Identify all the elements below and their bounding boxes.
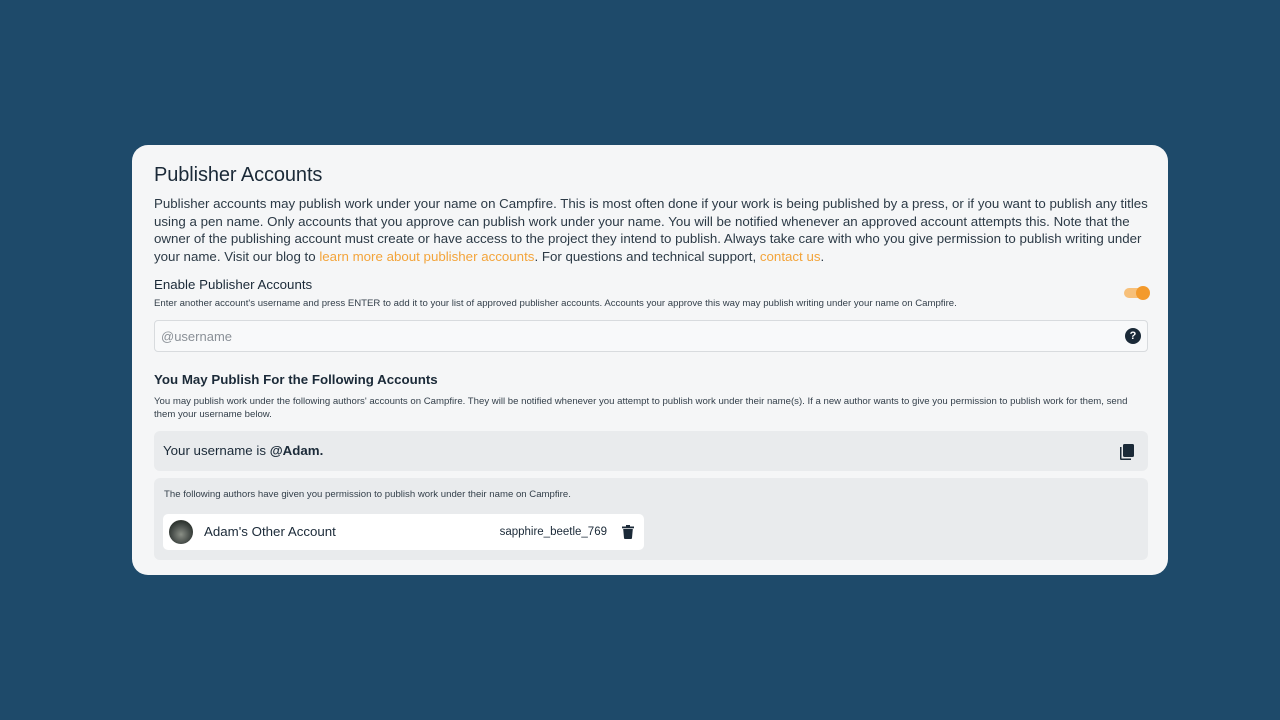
copy-icon[interactable]	[1120, 444, 1134, 461]
your-username-box: Your username is @Adam.	[154, 431, 1148, 472]
publisher-accounts-card: Publisher Accounts Publisher accounts ma…	[132, 145, 1168, 575]
page-title: Publisher Accounts	[154, 164, 323, 186]
username-value: @Adam.	[269, 443, 324, 459]
intro-text-mid: . For questions and technical support,	[534, 248, 760, 264]
author-row: Adam's Other Account sapphire_beetle_769	[163, 514, 644, 551]
intro-text: Publisher accounts may publish work unde…	[154, 195, 1148, 265]
help-icon[interactable]: ?	[1125, 328, 1141, 345]
authors-note: The following authors have given you per…	[164, 489, 571, 501]
enable-publisher-toggle[interactable]	[1124, 286, 1150, 301]
enable-publisher-heading: Enable Publisher Accounts	[154, 277, 313, 293]
username-prefix: Your username is	[163, 443, 270, 459]
authors-box: The following authors have given you per…	[154, 478, 1148, 561]
contact-us-link[interactable]: contact us	[760, 249, 821, 264]
avatar	[169, 520, 193, 545]
publish-for-description: You may publish work under the following…	[154, 396, 1128, 421]
publish-for-heading: You May Publish For the Following Accoun…	[154, 372, 438, 388]
enable-publisher-description: Enter another account's username and pre…	[154, 298, 957, 310]
learn-more-link[interactable]: learn more about publisher accounts	[319, 249, 534, 264]
author-name: Adam's Other Account	[204, 524, 336, 540]
username-input-wrapper: ?	[154, 320, 1148, 353]
enable-publisher-section: Enable Publisher Accounts Enter another …	[154, 277, 1150, 310]
intro-text-end: .	[820, 248, 825, 264]
trash-icon[interactable]	[622, 525, 634, 540]
username-input[interactable]	[155, 321, 1101, 352]
author-handle: sapphire_beetle_769	[499, 526, 607, 539]
